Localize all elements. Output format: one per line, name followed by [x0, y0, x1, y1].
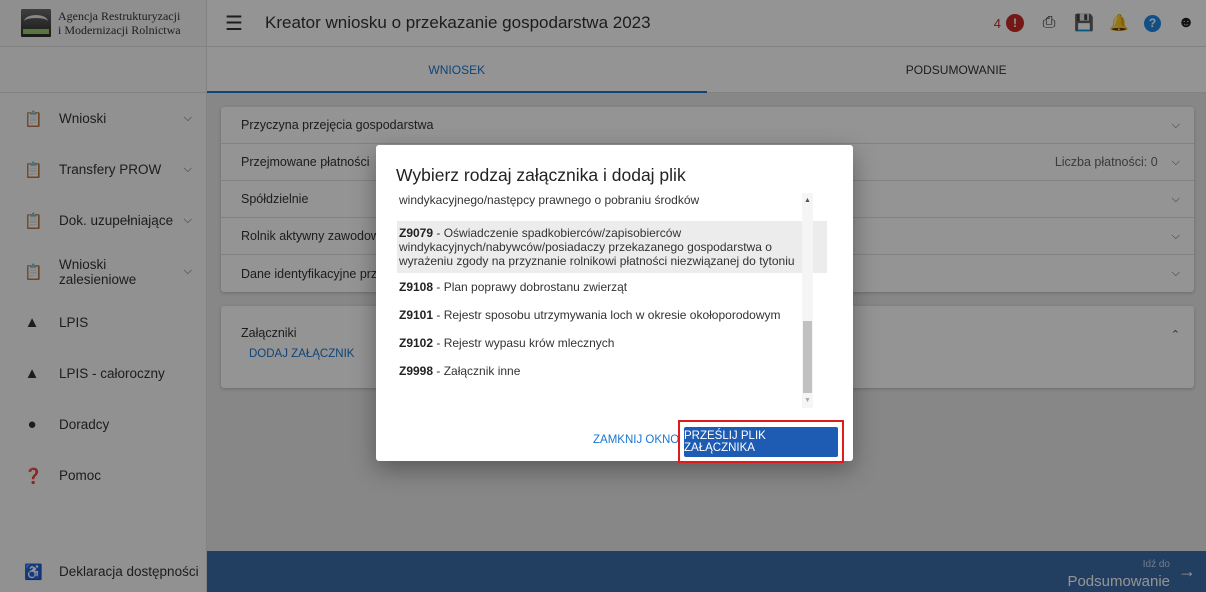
- attachment-desc: - Rejestr sposobu utrzymywania loch w ok…: [433, 308, 781, 322]
- attachment-code: Z9079: [399, 226, 434, 240]
- attachment-code: Z9102: [399, 336, 434, 350]
- attachment-code: Z9101: [399, 308, 434, 322]
- scroll-down-icon[interactable]: ▼: [804, 397, 811, 404]
- list-item-selected[interactable]: Z9079 - Oświadczenie spadkobierców/zapis…: [397, 221, 827, 273]
- attachment-code: Z9108: [399, 280, 434, 294]
- close-dialog-button[interactable]: ZAMKNIJ OKNO: [593, 434, 679, 446]
- upload-attachment-button[interactable]: PRZEŚLIJ PLIK ZAŁĄCZNIKA: [684, 427, 838, 457]
- attachment-type-list: windykacyjnego/następcy prawnego o pobra…: [397, 193, 827, 408]
- dialog-title: Wybierz rodzaj załącznika i dodaj plik: [396, 165, 686, 185]
- list-item[interactable]: Z9108 - Plan poprawy dobrostanu zwierząt: [397, 273, 827, 301]
- scroll-up-icon[interactable]: ▲: [804, 197, 811, 204]
- list-item[interactable]: Z9101 - Rejestr sposobu utrzymywania loc…: [397, 301, 827, 329]
- list-item[interactable]: Z9998 - Załącznik inne: [397, 357, 827, 385]
- attachment-code: Z9998: [399, 364, 434, 378]
- list-item[interactable]: windykacyjnego/następcy prawnego o pobra…: [397, 193, 827, 207]
- list-scrollbar[interactable]: ▲ ▼: [802, 193, 813, 408]
- attachment-desc: - Plan poprawy dobrostanu zwierząt: [433, 280, 628, 294]
- list-item[interactable]: Z9102 - Rejestr wypasu krów mlecznych: [397, 329, 827, 357]
- scroll-thumb[interactable]: [803, 321, 812, 393]
- attachment-type-dialog: Wybierz rodzaj załącznika i dodaj plik w…: [376, 145, 853, 463]
- attachment-desc: - Rejestr wypasu krów mlecznych: [433, 336, 615, 350]
- attachment-desc: - Załącznik inne: [433, 364, 521, 378]
- attachment-desc: - Oświadczenie spadkobierców/zapisobierc…: [399, 226, 795, 268]
